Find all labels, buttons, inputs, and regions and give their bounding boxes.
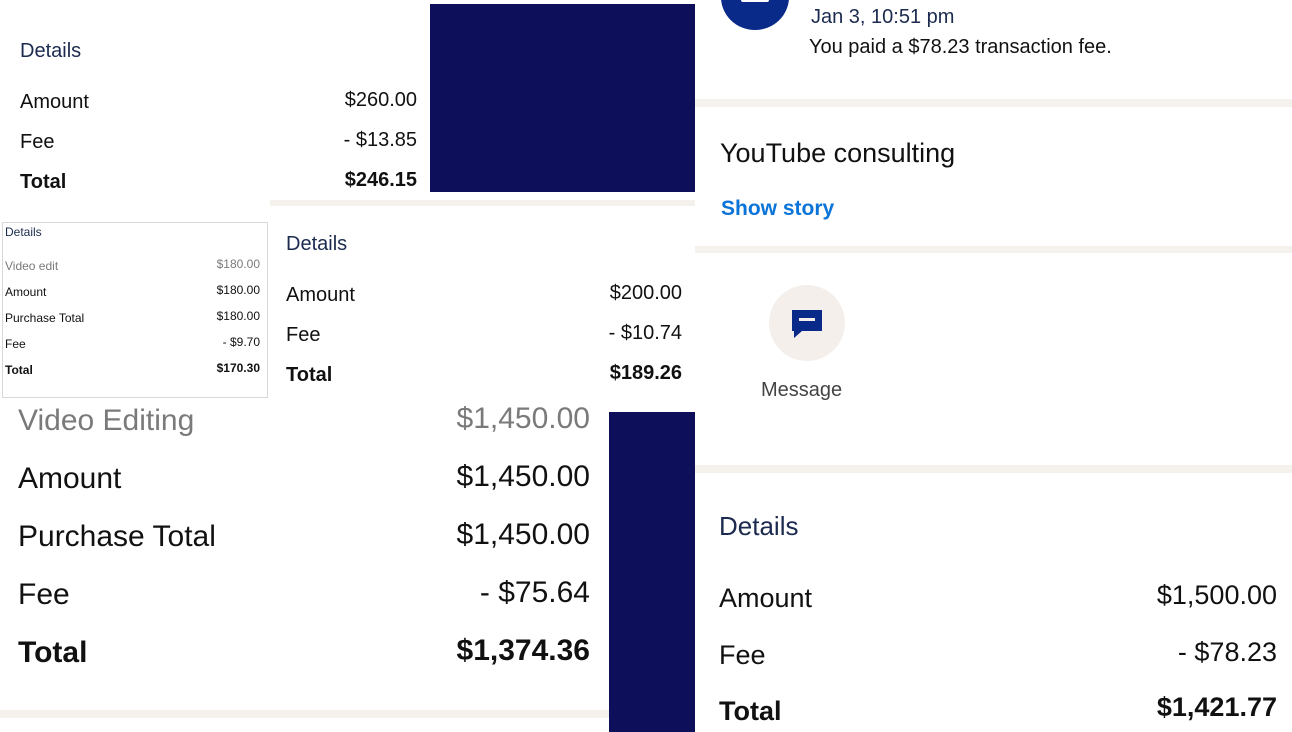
- fee-label: Fee: [20, 131, 55, 153]
- total-value: $246.15: [344, 169, 417, 191]
- activity-timestamp: Jan 3, 10:51 pm: [811, 6, 955, 28]
- note-title: YouTube consulting: [720, 138, 956, 168]
- total-value: $170.30: [216, 361, 260, 375]
- details-panel-b: Details Video edit $180.00 Amount $180.0…: [2, 222, 268, 398]
- message-icon-circle: [769, 285, 845, 361]
- redaction-block: [430, 4, 695, 192]
- details-heading: Details: [286, 233, 348, 255]
- purchase-total-label: Purchase Total: [18, 520, 216, 553]
- separator: [0, 710, 609, 718]
- amount-label: Amount: [20, 91, 89, 113]
- message-label: Message: [761, 379, 843, 401]
- details-panel-a: Details Amount $260.00 Fee - $13.85 Tota…: [0, 0, 430, 200]
- amount-value: $200.00: [609, 282, 682, 304]
- details-heading: Details: [20, 40, 82, 62]
- total-value: $1,421.77: [1156, 692, 1277, 722]
- details-panel-c: Details Amount $200.00 Fee - $10.74 Tota…: [270, 206, 695, 406]
- total-value: $1,374.36: [456, 634, 590, 667]
- activity-avatar-icon: [721, 0, 789, 30]
- amount-value: $1,450.00: [456, 460, 590, 493]
- item-value: $180.00: [216, 257, 260, 271]
- fee-value: - $78.23: [1177, 637, 1277, 667]
- details-panel-d: Video Editing $1,450.00 Amount $1,450.00…: [0, 398, 609, 732]
- details-heading: Details: [719, 511, 799, 541]
- item-label: Video Editing: [18, 404, 195, 437]
- amount-value: $180.00: [216, 283, 260, 297]
- amount-label: Amount: [719, 583, 813, 613]
- fee-value: - $9.70: [222, 335, 260, 349]
- purchase-total-value: $1,450.00: [456, 518, 590, 551]
- activity-text: You paid a $78.23 transaction fee.: [809, 36, 1112, 58]
- total-value: $189.26: [609, 362, 682, 384]
- item-label: Video edit: [5, 259, 59, 273]
- purchase-total-value: $180.00: [216, 309, 260, 323]
- fee-value: - $13.85: [343, 129, 417, 151]
- separator: [695, 465, 1292, 473]
- total-label: Total: [286, 364, 333, 386]
- chat-bubble-icon: [792, 310, 822, 338]
- amount-value: $1,500.00: [1156, 580, 1277, 610]
- fee-label: Fee: [719, 640, 766, 670]
- message-button[interactable]: Message: [761, 285, 851, 405]
- amount-label: Amount: [5, 285, 47, 299]
- separator: [695, 246, 1292, 253]
- details-heading: Details: [5, 225, 42, 239]
- amount-label: Amount: [286, 284, 355, 306]
- fee-label: Fee: [18, 578, 70, 611]
- amount-value: $260.00: [344, 89, 417, 111]
- fee-value: - $75.64: [479, 576, 590, 609]
- fee-label: Fee: [5, 337, 26, 351]
- redaction-block: [609, 412, 695, 732]
- purchase-total-label: Purchase Total: [5, 311, 85, 325]
- transaction-detail-panel: Jan 3, 10:51 pm You paid a $78.23 transa…: [695, 0, 1292, 732]
- total-label: Total: [18, 636, 88, 669]
- total-label: Total: [719, 696, 782, 726]
- fee-label: Fee: [286, 324, 321, 346]
- total-label: Total: [20, 171, 67, 193]
- total-label: Total: [5, 363, 33, 377]
- amount-label: Amount: [18, 462, 122, 495]
- separator: [695, 99, 1292, 107]
- fee-value: - $10.74: [608, 322, 682, 344]
- show-story-link[interactable]: Show story: [721, 197, 834, 221]
- item-value: $1,450.00: [456, 402, 590, 435]
